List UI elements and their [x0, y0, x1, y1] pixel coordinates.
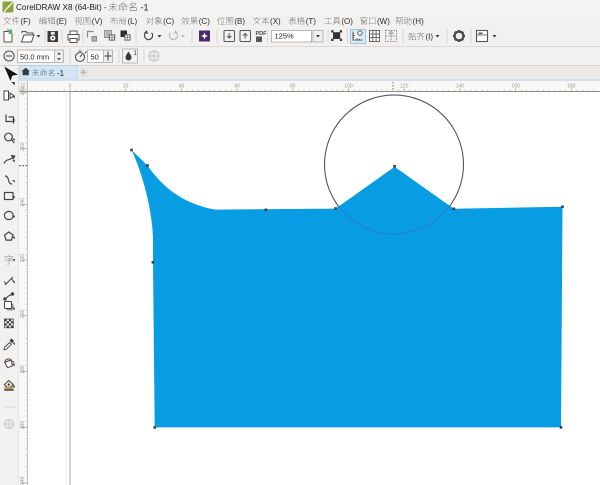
svg-text:(X): (X) — [270, 17, 281, 26]
svg-text:140: 140 — [20, 477, 26, 485]
svg-text:(O): (O) — [341, 17, 353, 26]
svg-text:(F): (F) — [21, 17, 32, 26]
svg-text:(E): (E) — [56, 17, 67, 26]
svg-text:60: 60 — [234, 84, 240, 90]
svg-text:180: 180 — [567, 84, 576, 90]
svg-text:-1: -1 — [57, 69, 65, 78]
svg-text:100: 100 — [344, 84, 353, 90]
svg-text:(V): (V) — [92, 17, 103, 26]
svg-text:(C): (C) — [163, 17, 174, 26]
svg-text:PDF: PDF — [256, 31, 268, 37]
svg-text:140: 140 — [456, 84, 465, 90]
svg-text:180: 180 — [20, 365, 26, 374]
svg-text:280: 280 — [20, 87, 26, 96]
svg-text:50.0 mm: 50.0 mm — [20, 52, 49, 61]
svg-text:40: 40 — [179, 84, 185, 90]
svg-text:(B): (B) — [234, 17, 245, 26]
svg-text:200: 200 — [20, 309, 26, 318]
svg-text:260: 260 — [20, 142, 26, 151]
svg-text:(W): (W) — [377, 17, 390, 26]
svg-text:80: 80 — [290, 84, 296, 90]
svg-text:120: 120 — [400, 84, 409, 90]
svg-text:0: 0 — [69, 84, 72, 90]
svg-text:(T): (T) — [306, 17, 317, 26]
svg-text:160: 160 — [20, 421, 26, 430]
svg-text:125%: 125% — [275, 32, 295, 41]
svg-text:(C): (C) — [199, 17, 210, 26]
svg-text:CorelDRAW X8 (64-Bit) -: CorelDRAW X8 (64-Bit) - — [16, 3, 109, 12]
svg-text:50: 50 — [91, 52, 99, 61]
svg-text:20: 20 — [123, 84, 129, 90]
svg-text:-1: -1 — [141, 3, 149, 13]
svg-text:240: 240 — [20, 198, 26, 207]
svg-text:(H): (H) — [413, 17, 424, 26]
svg-text:(L): (L) — [127, 17, 137, 26]
svg-text:160: 160 — [511, 84, 520, 90]
svg-text:(I): (I) — [426, 33, 434, 42]
svg-text:220: 220 — [20, 254, 26, 263]
